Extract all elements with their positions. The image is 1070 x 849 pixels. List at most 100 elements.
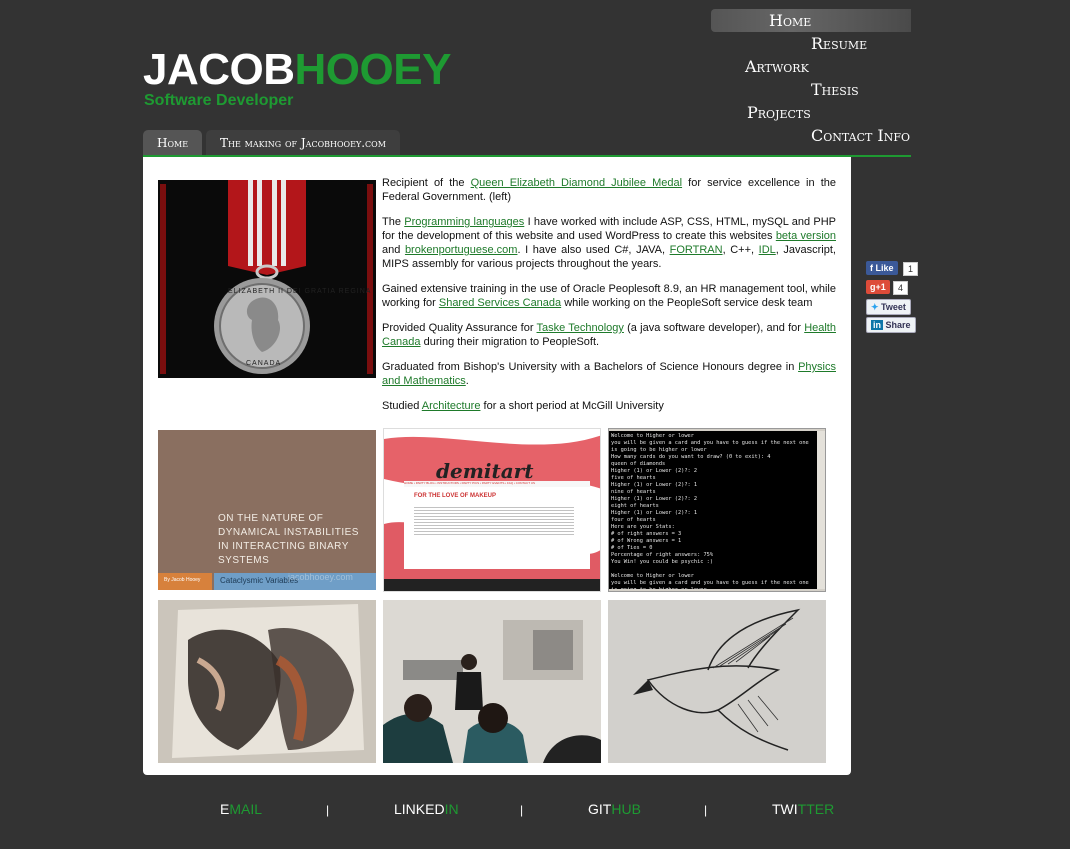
tab-home[interactable]: Home xyxy=(143,130,203,156)
architecture-critique-thumbnail[interactable] xyxy=(383,600,601,763)
text: for a short period at McGill University xyxy=(480,400,664,412)
console-line: four of hearts xyxy=(611,517,656,523)
console-line: Here are your Stats: xyxy=(611,524,675,530)
console-line: # of Wrong answers = 1 xyxy=(611,538,682,544)
link-jubilee-medal[interactable]: Queen Elizabeth Diamond Jubilee Medal xyxy=(471,177,682,189)
link-programming-languages[interactable]: Programming languages xyxy=(404,216,524,228)
intro-text: Recipient of the Queen Elizabeth Diamond… xyxy=(382,176,836,424)
gplus-count: 4 xyxy=(893,281,909,295)
console-window: Welcome to Higher or lower you will be gi… xyxy=(609,431,817,589)
text: LINKED xyxy=(394,801,445,817)
text: Studied xyxy=(382,400,422,412)
console-line: Higher (1) or Lower (2)?: 2 xyxy=(611,496,698,502)
link-shared-services[interactable]: Shared Services Canada xyxy=(439,297,561,309)
medal-image: ELIZABETH II DEI GRATIA REGINA CANADA xyxy=(158,180,376,378)
demitart-body-text xyxy=(414,505,574,535)
linkedin-share-button[interactable]: in Share xyxy=(866,317,916,333)
demitart-menu: HOME • PARTY BLOG • INSTRUCTORS • PARTY … xyxy=(404,481,590,487)
console-line: nine of hearts xyxy=(611,489,656,495)
twitter-bird-icon: ✦ xyxy=(871,302,882,312)
bird-sketch xyxy=(608,600,826,763)
logo-first-name: JACOB xyxy=(143,45,295,94)
paragraph-education: Graduated from Bishop's University with … xyxy=(382,360,836,388)
text: . I have also used C#, JAVA, xyxy=(517,244,670,256)
text: TWI xyxy=(772,801,798,817)
thesis-author: By Jacob Hooey xyxy=(164,577,201,583)
console-line: Welcome to Higher or lower xyxy=(611,433,694,439)
demitart-logo: demitart xyxy=(436,459,534,483)
console-scrollbar[interactable] xyxy=(817,431,825,589)
artwork-portrait-thumbnail[interactable] xyxy=(158,600,376,763)
link-brokenportuguese[interactable]: brokenportuguese.com xyxy=(405,244,518,256)
console-line: Higher (1) or Lower (2)?: 2 xyxy=(611,468,698,474)
link-taske[interactable]: Taske Technology xyxy=(537,322,624,334)
text: GIT xyxy=(588,801,612,817)
thesis-thumbnail[interactable]: ON THE NATURE OF DYNAMICAL INSTABILITIES… xyxy=(158,430,376,590)
paragraph-languages: The Programming languages I have worked … xyxy=(382,215,836,271)
console-line: queen of diamonds xyxy=(611,461,666,467)
medal-country: CANADA xyxy=(246,360,282,367)
text: MAIL xyxy=(229,801,263,817)
console-line: # of Ties = 0 xyxy=(611,545,653,551)
link-idl[interactable]: IDL xyxy=(759,244,776,256)
footer-email-link[interactable]: EMAIL xyxy=(220,801,262,817)
site-logo[interactable]: JACOBHOOEY xyxy=(143,46,451,94)
text: during their migration to PeopleSoft. xyxy=(420,336,600,348)
nav-resume-link[interactable]: Resume xyxy=(811,34,867,54)
console-thumbnail[interactable]: Welcome to Higher or lower you will be gi… xyxy=(608,428,826,592)
thesis-title: ON THE NATURE OF DYNAMICAL INSTABILITIES… xyxy=(218,513,359,566)
console-line: you will be given a card and you have to… xyxy=(611,440,812,453)
paragraph-qa: Provided Quality Assurance for Taske Tec… xyxy=(382,321,836,349)
paragraph-peoplesoft: Gained extensive training in the use of … xyxy=(382,282,836,310)
twitter-tweet-button[interactable]: ✦ Tweet xyxy=(866,299,911,315)
nav-projects-link[interactable]: Projects xyxy=(747,103,811,123)
console-line: # of right answers = 3 xyxy=(611,531,682,537)
footer-linkedin-link[interactable]: LINKEDIN xyxy=(394,801,459,817)
console-line: Welcome to Higher or lower xyxy=(611,573,694,579)
footer-github-link[interactable]: GITHUB xyxy=(588,801,641,817)
console-line: you will be given a card and you have to… xyxy=(611,580,809,589)
paragraph-architecture: Studied Architecture for a short period … xyxy=(382,399,836,413)
link-fortran[interactable]: FORTRAN xyxy=(670,244,723,256)
console-line: eight of hearts xyxy=(611,503,659,509)
text: IN xyxy=(444,801,459,817)
paragraph-medal: Recipient of the Queen Elizabeth Diamond… xyxy=(382,176,836,204)
critique-photo xyxy=(383,600,601,763)
thesis-subtitle: Cataclysmic Variables xyxy=(220,576,299,585)
linkedin-icon: in xyxy=(871,320,883,330)
portrait-sketch xyxy=(158,600,376,763)
footer-twitter-link[interactable]: TWITTER xyxy=(772,801,834,817)
footer-separator: | xyxy=(520,803,524,817)
medal-inscription: ELIZABETH II DEI GRATIA REGINA xyxy=(228,288,372,295)
text: while working on the PeopleSoft service … xyxy=(561,297,813,309)
nav-home-link[interactable]: Home xyxy=(769,11,811,31)
facebook-like-label: Like xyxy=(875,263,894,273)
tab-making-of[interactable]: The making of Jacobhooey.com xyxy=(206,130,400,156)
facebook-like-count: 1 xyxy=(903,262,919,276)
text: Graduated from Bishop's University with … xyxy=(382,361,799,373)
nav-thesis-link[interactable]: Thesis xyxy=(811,80,859,100)
link-architecture[interactable]: Architecture xyxy=(422,400,481,412)
console-output: Welcome to Higher or lower you will be gi… xyxy=(609,431,817,589)
console-line: How many cards do you want to draw? (0 t… xyxy=(611,454,771,460)
facebook-like-button[interactable]: f Like xyxy=(866,261,898,275)
nav-contact-link[interactable]: Contact Info xyxy=(811,126,910,146)
tweet-label: Tweet xyxy=(881,302,906,312)
console-line: You Win! you could be psychic :) xyxy=(611,559,714,565)
bird-drawing-thumbnail[interactable] xyxy=(608,600,826,763)
share-label: Share xyxy=(885,320,911,330)
footer-separator: | xyxy=(326,803,330,817)
nav-artwork-link[interactable]: Artwork xyxy=(745,57,809,77)
text: . xyxy=(465,375,469,387)
demitart-heading: FOR THE LOVE OF MAKEUP xyxy=(414,493,497,499)
gplus-button[interactable]: g+1 xyxy=(866,280,890,294)
link-beta-version[interactable]: beta version xyxy=(776,230,836,242)
console-line: Percentage of right answers: 75% xyxy=(611,552,714,558)
thesis-watermark: jacobhooey.com xyxy=(288,572,353,582)
text: Provided Quality Assurance for xyxy=(382,322,537,334)
demitart-thumbnail[interactable]: demitart HOME • PARTY BLOG • INSTRUCTORS… xyxy=(383,428,601,592)
footer-separator: | xyxy=(704,803,708,817)
console-line: Higher (1) or Lower (2)?: 1 xyxy=(611,510,698,516)
text: The xyxy=(382,216,405,228)
